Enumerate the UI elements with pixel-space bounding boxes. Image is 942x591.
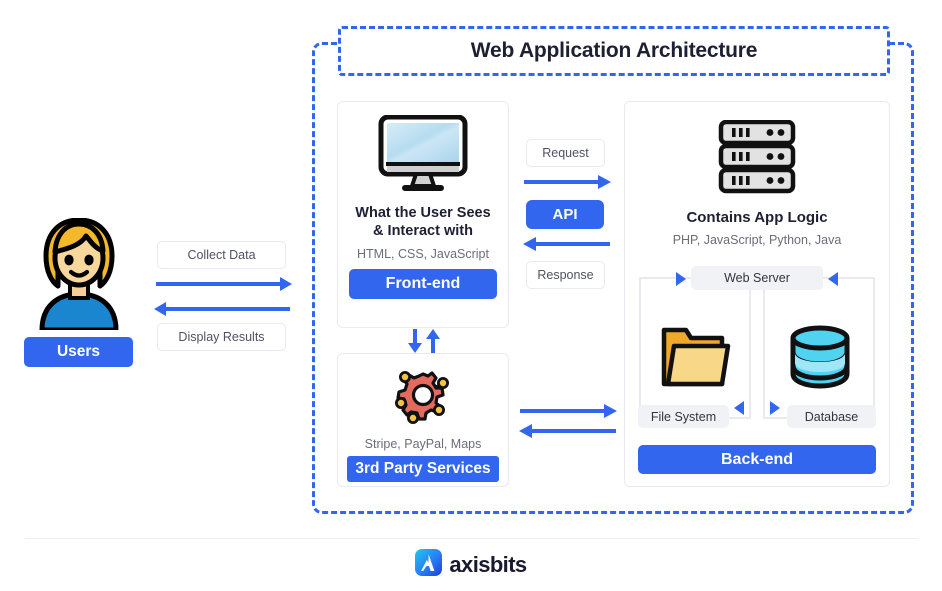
flow-label-collect-data: Collect Data [157,241,286,269]
third-party-technologies: Stripe, PayPal, Maps [364,437,482,451]
user-avatar-icon [34,217,124,335]
brand-name: axisbits [449,552,527,577]
response-label: Response [526,261,605,289]
web-server-chip: Web Server [691,266,823,290]
users-flow-arrows [154,277,292,316]
api-badge: API [526,200,604,229]
frontend-badge: Front-end [349,269,497,300]
response-arrow [523,237,610,251]
server-rack-icon [718,119,796,199]
frontend-card: What the User Sees & Interact with HTML,… [337,101,509,328]
frontend-title-line-2: & Interact with [373,223,473,240]
backend-technologies: PHP, JavaScript, Python, Java [672,233,842,247]
users-badge: Users [24,337,133,367]
request-label: Request [526,139,605,167]
footer-logo: axisbits [0,549,942,581]
third-party-badge: 3rd Party Services [347,456,499,482]
flow-label-display-results: Display Results [157,323,286,351]
page-title: Web Application Architecture [470,39,758,62]
frontend-technologies: HTML, CSS, JavaScript [357,247,489,262]
backend-title: Contains App Logic [686,209,828,226]
monitor-icon [378,114,468,198]
frontend-title: What the User Sees & Interact with [338,204,508,240]
frontend-thirdparty-arrows [408,329,440,353]
axisbits-logo-icon [415,549,443,581]
diagram-title-box: Web Application Architecture [338,26,890,76]
third-party-services-card: Stripe, PayPal, Maps 3rd Party Services [337,353,509,487]
file-system-chip: File System [638,405,729,428]
thirdparty-backend-arrows [519,404,617,438]
frontend-title-line-1: What the User Sees [355,205,491,221]
gear-network-icon [392,364,454,431]
database-chip: Database [787,405,876,428]
request-arrow [524,175,611,189]
footer-divider [25,538,917,539]
backend-badge: Back-end [638,445,876,474]
